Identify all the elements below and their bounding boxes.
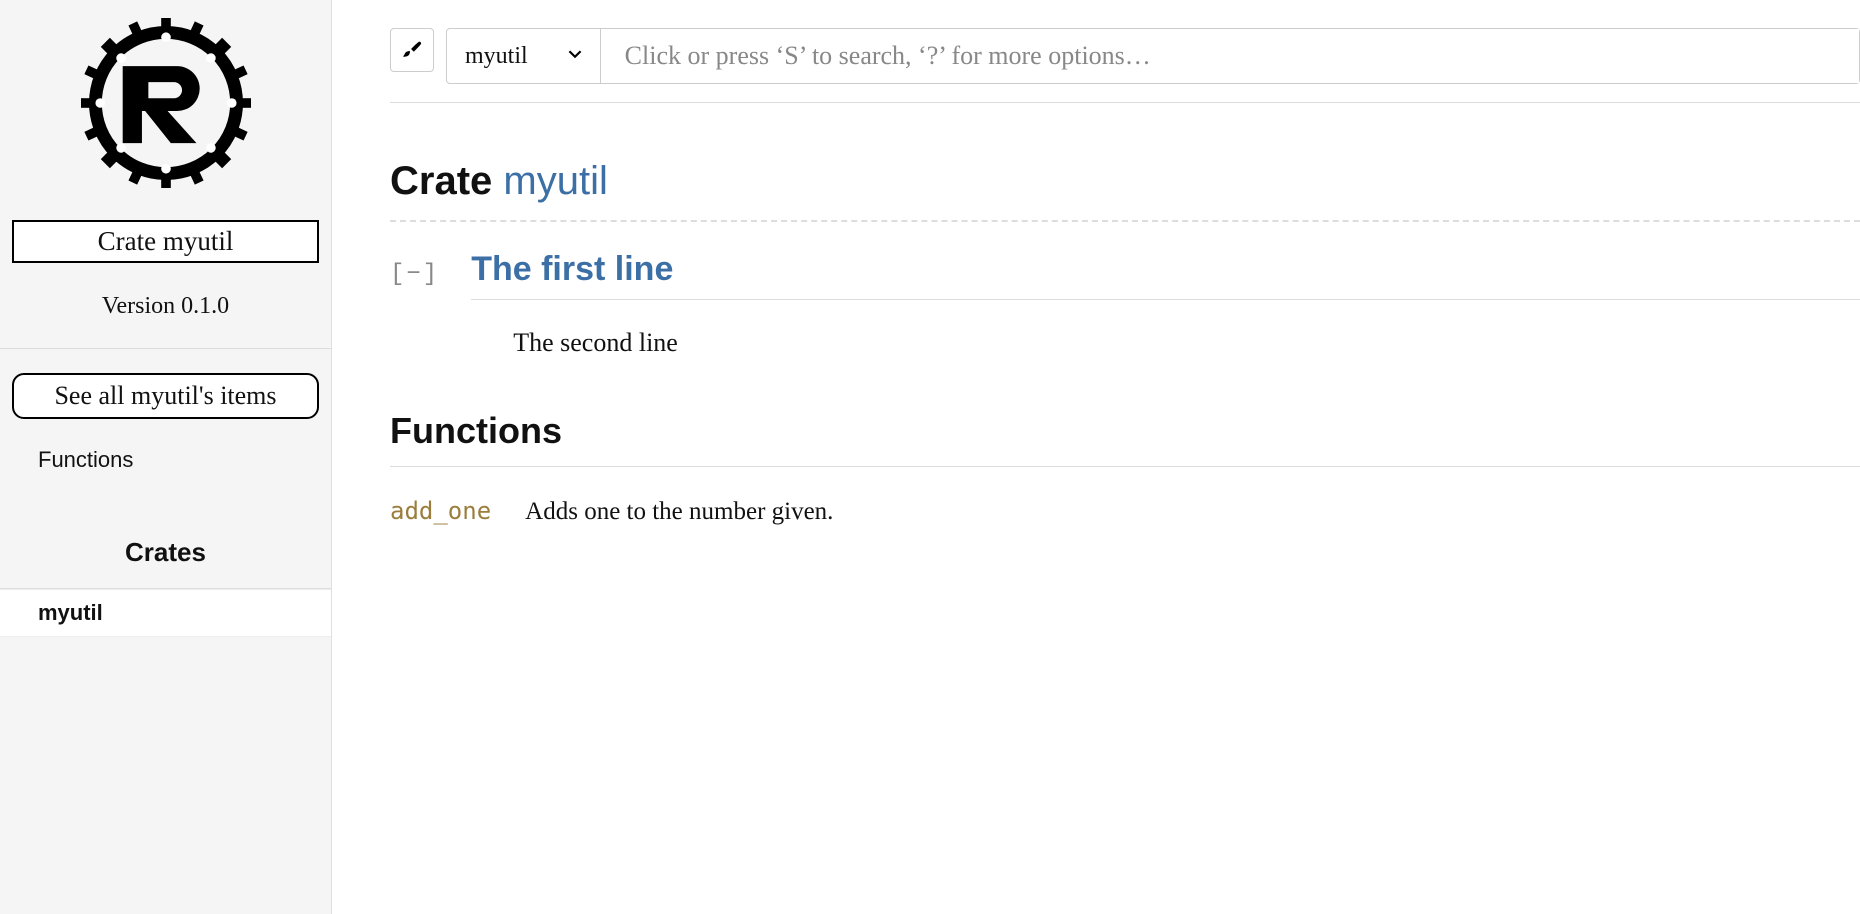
search-input[interactable] bbox=[601, 29, 1859, 83]
crate-select-value: myutil bbox=[465, 43, 528, 70]
topbar: myutil bbox=[390, 28, 1860, 84]
doc-second-line: The second line bbox=[513, 328, 1860, 358]
divider bbox=[0, 348, 331, 349]
brush-icon bbox=[401, 38, 423, 63]
sidebar-crates-heading: Crates bbox=[0, 537, 331, 568]
functions-heading: Functions bbox=[390, 410, 1860, 452]
crate-select[interactable]: myutil bbox=[447, 29, 601, 83]
logo-wrap bbox=[0, 18, 331, 188]
theme-toggle-button[interactable] bbox=[390, 28, 434, 72]
page-title-crate-name[interactable]: myutil bbox=[503, 159, 607, 203]
page-title: Crate myutil bbox=[390, 159, 1860, 204]
main-content: myutil Crate myutil [−] The first line T… bbox=[332, 0, 1860, 914]
page-title-prefix: Crate bbox=[390, 159, 503, 203]
collapse-toggle[interactable]: [−] bbox=[390, 261, 439, 288]
doc-first-line[interactable]: The first line bbox=[471, 250, 1860, 300]
sidebar-crate-title: Crate myutil bbox=[12, 220, 319, 263]
chevron-down-icon bbox=[568, 47, 582, 66]
divider bbox=[390, 102, 1860, 103]
see-all-items-button[interactable]: See all myutil's items bbox=[12, 373, 319, 419]
sidebar-crate-item[interactable]: myutil bbox=[0, 589, 331, 637]
summary-row: [−] The first line The second line bbox=[390, 250, 1860, 406]
sidebar: Crate myutil Version 0.1.0 See all myuti… bbox=[0, 0, 332, 914]
function-row: add_one Adds one to the number given. bbox=[390, 497, 1860, 526]
divider bbox=[390, 220, 1860, 222]
divider bbox=[390, 466, 1860, 467]
sidebar-section-functions[interactable]: Functions bbox=[0, 443, 331, 477]
sidebar-version: Version 0.1.0 bbox=[0, 293, 331, 320]
searchbar: myutil bbox=[446, 28, 1860, 84]
function-desc: Adds one to the number given. bbox=[525, 498, 833, 526]
function-link-add-one[interactable]: add_one bbox=[390, 497, 491, 525]
rust-logo-icon bbox=[81, 18, 251, 188]
